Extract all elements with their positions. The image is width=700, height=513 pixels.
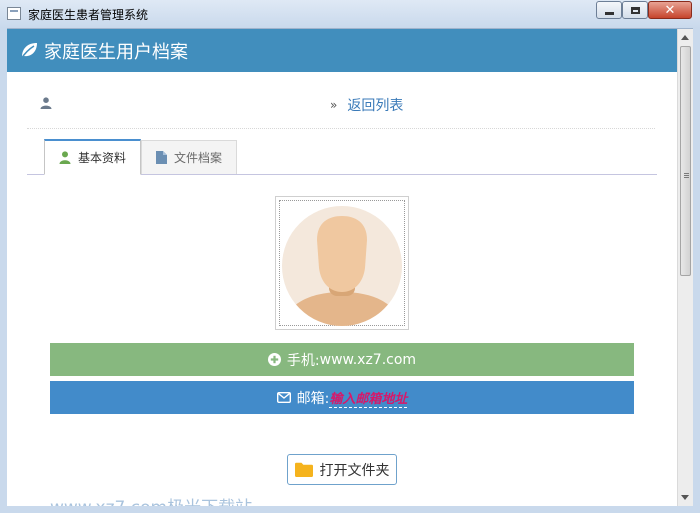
file-icon <box>156 151 167 164</box>
email-label: 邮箱: <box>296 390 330 407</box>
user-info-row: » 返回列表 <box>27 84 655 129</box>
avatar-placeholder-image <box>282 206 402 326</box>
page-title: 家庭医生用户档案 <box>44 42 188 63</box>
back-to-list-link[interactable]: » 返回列表 <box>330 95 403 115</box>
email-bar: 邮箱: 输入邮箱地址 <box>50 381 634 414</box>
maximize-button[interactable] <box>622 1 648 19</box>
tab-file-archive[interactable]: 文件档案 <box>141 140 237 174</box>
user-icon <box>59 151 71 164</box>
phone-bar[interactable]: 手机: www.xz7.com <box>50 343 634 376</box>
client-area: 家庭医生用户档案 » 返回列表 基本资料 文件档案 手机: www.xz7.co… <box>7 29 693 506</box>
window-frame-bottom <box>0 506 700 513</box>
window-frame-right <box>693 28 700 513</box>
close-icon: ✕ <box>664 2 676 18</box>
watermark: www.xz7.com极光下载站 <box>50 493 252 506</box>
double-chevron-right-icon: » <box>330 98 338 112</box>
email-input[interactable]: 输入邮箱地址 <box>329 388 408 408</box>
minimize-button[interactable] <box>596 1 622 19</box>
scroll-up-arrow-icon[interactable] <box>681 35 689 40</box>
tab-basic-info[interactable]: 基本资料 <box>44 139 141 175</box>
tab-basic-info-label: 基本资料 <box>78 151 127 165</box>
scrollbar-thumb[interactable] <box>680 46 691 276</box>
tab-bar: 基本资料 文件档案 <box>27 139 657 175</box>
tab-file-archive-label: 文件档案 <box>174 151 223 165</box>
leaf-icon <box>20 43 37 60</box>
scroll-down-arrow-icon[interactable] <box>681 495 689 500</box>
phone-label: 手机: <box>286 352 320 369</box>
window-frame-left <box>0 28 7 513</box>
folder-icon <box>294 462 313 477</box>
window-titlebar[interactable]: 家庭医生患者管理系统 ✕ <box>0 0 700 29</box>
app-icon <box>7 7 21 20</box>
close-button[interactable]: ✕ <box>648 1 692 19</box>
phone-value: www.xz7.com <box>319 351 417 368</box>
open-folder-label: 打开文件夹 <box>319 462 390 479</box>
back-to-list-label: 返回列表 <box>347 98 404 114</box>
minimize-icon <box>604 11 614 15</box>
avatar[interactable] <box>275 196 409 330</box>
grip-icon <box>684 173 689 174</box>
window-title: 家庭医生患者管理系统 <box>28 8 149 22</box>
user-icon <box>40 97 52 109</box>
maximize-icon <box>630 6 640 14</box>
plus-circle-icon <box>267 353 281 366</box>
vertical-scrollbar[interactable] <box>677 29 693 506</box>
open-folder-button[interactable]: 打开文件夹 <box>287 454 397 485</box>
envelope-icon <box>276 392 291 403</box>
page-header: 家庭医生用户档案 <box>7 29 677 72</box>
